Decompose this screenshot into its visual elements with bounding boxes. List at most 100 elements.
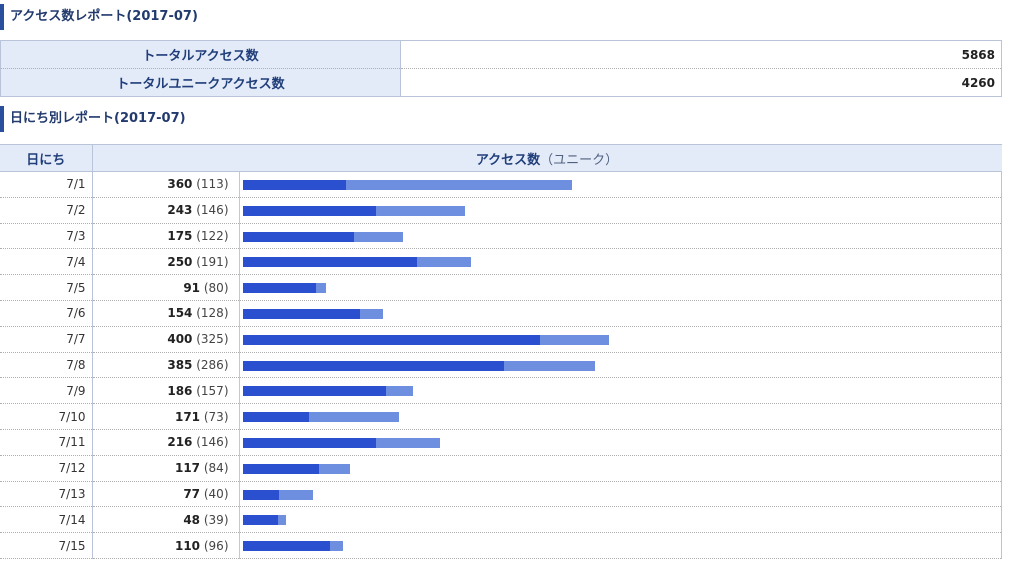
daily-title: 日にち別レポート(2017-07) bbox=[0, 106, 186, 132]
table-row: 7/5 91 (80) bbox=[0, 274, 1002, 301]
day-label: 7/12 bbox=[0, 455, 93, 482]
bar-unique-access bbox=[242, 205, 377, 216]
access-count-cell: 110 (96) bbox=[92, 532, 240, 559]
day-label: 7/2 bbox=[0, 197, 93, 224]
column-header-unique-label: （ユニーク） bbox=[540, 152, 619, 168]
bar-cell bbox=[239, 481, 1002, 508]
total-access-value: 216 bbox=[167, 435, 193, 450]
table-row: 7/13 77 (40) bbox=[0, 481, 1002, 508]
table-row: 7/8 385 (286) bbox=[0, 352, 1002, 379]
total-access-value: 400 bbox=[167, 332, 193, 347]
column-header-access-label: アクセス数 bbox=[475, 152, 541, 168]
access-count-cell: 243 (146) bbox=[92, 197, 240, 224]
bar-unique-access bbox=[242, 437, 377, 448]
summary-row-unique: トータルユニークアクセス数 4260 bbox=[0, 68, 1002, 97]
unique-access-value: 157 bbox=[200, 383, 224, 398]
total-access-value: 186 bbox=[167, 383, 193, 398]
total-access-value: 117 bbox=[174, 461, 201, 476]
bar-cell bbox=[239, 248, 1002, 276]
bar-cell bbox=[239, 352, 1002, 379]
unique-access-value: 325 bbox=[200, 332, 224, 347]
total-access-value: 48 bbox=[183, 512, 201, 527]
bar-cell bbox=[239, 326, 1002, 353]
access-count-cell: 117 (84) bbox=[92, 455, 240, 482]
day-label: 7/14 bbox=[0, 506, 93, 534]
daily-table: 日にち アクセス数（ユニーク） 7/1 360 (113) 7/2 243 (146)… bbox=[0, 144, 1002, 559]
bar-unique-access bbox=[242, 489, 280, 500]
access-count-cell: 186 (157) bbox=[92, 377, 240, 405]
column-header-access: アクセス数（ユニーク） bbox=[92, 144, 1002, 172]
table-row: 7/4 250 (191) bbox=[0, 248, 1002, 276]
table-row: 7/3 175 (122) bbox=[0, 223, 1002, 250]
day-label: 7/1 bbox=[0, 171, 93, 198]
summary-table: トータルアクセス数 5868 トータルユニークアクセス数 4260 bbox=[0, 40, 1002, 97]
table-row: 7/2 243 (146) bbox=[0, 197, 1002, 224]
total-access-value: 175 bbox=[167, 228, 193, 243]
access-count-cell: 250 (191) bbox=[92, 248, 240, 276]
unique-access-value: 191 bbox=[200, 254, 224, 269]
bar-cell bbox=[239, 223, 1002, 250]
unique-access-value: 286 bbox=[200, 357, 224, 372]
access-count-cell: 171 (73) bbox=[92, 403, 240, 430]
table-row: 7/11 216 (146) bbox=[0, 429, 1002, 456]
total-access-value: 91 bbox=[183, 280, 201, 295]
summary-title: アクセス数レポート(2017-07) bbox=[0, 4, 198, 30]
bar-unique-access bbox=[242, 257, 418, 268]
total-access-value: 154 bbox=[167, 306, 193, 321]
unique-access-value: 113 bbox=[200, 177, 224, 192]
total-access-value: 171 bbox=[174, 409, 201, 424]
summary-label: トータルユニークアクセス数 bbox=[0, 68, 401, 97]
bar-unique-access bbox=[242, 515, 279, 526]
day-label: 7/3 bbox=[0, 223, 93, 250]
day-label: 7/15 bbox=[0, 532, 93, 559]
bar-cell bbox=[239, 429, 1002, 456]
unique-access-value: 84 bbox=[208, 461, 224, 476]
bar-cell bbox=[239, 403, 1002, 430]
unique-access-value: 146 bbox=[200, 203, 224, 218]
unique-access-value: 122 bbox=[200, 228, 224, 243]
unique-access-value: 73 bbox=[208, 409, 224, 424]
bar-unique-access bbox=[242, 463, 320, 474]
bar-unique-access bbox=[242, 308, 360, 319]
bar-unique-access bbox=[242, 541, 331, 552]
unique-access-value: 128 bbox=[200, 306, 224, 321]
bar-cell bbox=[239, 300, 1002, 327]
table-row: 7/15 110 (96) bbox=[0, 532, 1002, 559]
access-count-cell: 91 (80) bbox=[92, 274, 240, 301]
total-access-value: 250 bbox=[167, 254, 193, 269]
bar-cell bbox=[239, 171, 1002, 198]
bar-unique-access bbox=[242, 412, 310, 423]
table-row: 7/10 171 (73) bbox=[0, 403, 1002, 430]
day-label: 7/13 bbox=[0, 481, 93, 508]
day-label: 7/6 bbox=[0, 300, 93, 327]
unique-access-value: 146 bbox=[200, 435, 224, 450]
bar-unique-access bbox=[242, 180, 346, 190]
table-row: 7/1 360 (113) bbox=[0, 171, 1002, 198]
access-count-cell: 400 (325) bbox=[92, 326, 240, 353]
bar-cell bbox=[239, 274, 1002, 301]
access-count-cell: 175 (122) bbox=[92, 223, 240, 250]
total-access-value: 243 bbox=[167, 203, 193, 218]
day-label: 7/9 bbox=[0, 377, 93, 405]
day-label: 7/11 bbox=[0, 429, 93, 456]
access-count-cell: 360 (113) bbox=[92, 171, 240, 198]
bar-cell bbox=[239, 532, 1002, 559]
bar-cell bbox=[239, 455, 1002, 482]
summary-value: 5868 bbox=[400, 40, 1002, 69]
table-row: 7/14 48 (39) bbox=[0, 506, 1002, 534]
unique-access-value: 39 bbox=[208, 512, 224, 527]
access-count-cell: 385 (286) bbox=[92, 352, 240, 379]
bar-cell bbox=[239, 506, 1002, 534]
total-access-value: 77 bbox=[183, 486, 201, 501]
access-count-cell: 216 (146) bbox=[92, 429, 240, 456]
daily-body: 7/1 360 (113) 7/2 243 (146) 7/3 175 (122) 7/4 2… bbox=[0, 171, 1002, 559]
summary-label: トータルアクセス数 bbox=[0, 40, 401, 69]
access-count-cell: 154 (128) bbox=[92, 300, 240, 327]
daily-header-row: 日にち アクセス数（ユニーク） bbox=[0, 144, 1002, 172]
day-label: 7/8 bbox=[0, 352, 93, 379]
bar-cell bbox=[239, 377, 1002, 405]
summary-value: 4260 bbox=[961, 75, 995, 90]
bar-unique-access bbox=[242, 283, 316, 294]
bar-unique-access bbox=[242, 386, 387, 397]
table-row: 7/12 117 (84) bbox=[0, 455, 1002, 482]
